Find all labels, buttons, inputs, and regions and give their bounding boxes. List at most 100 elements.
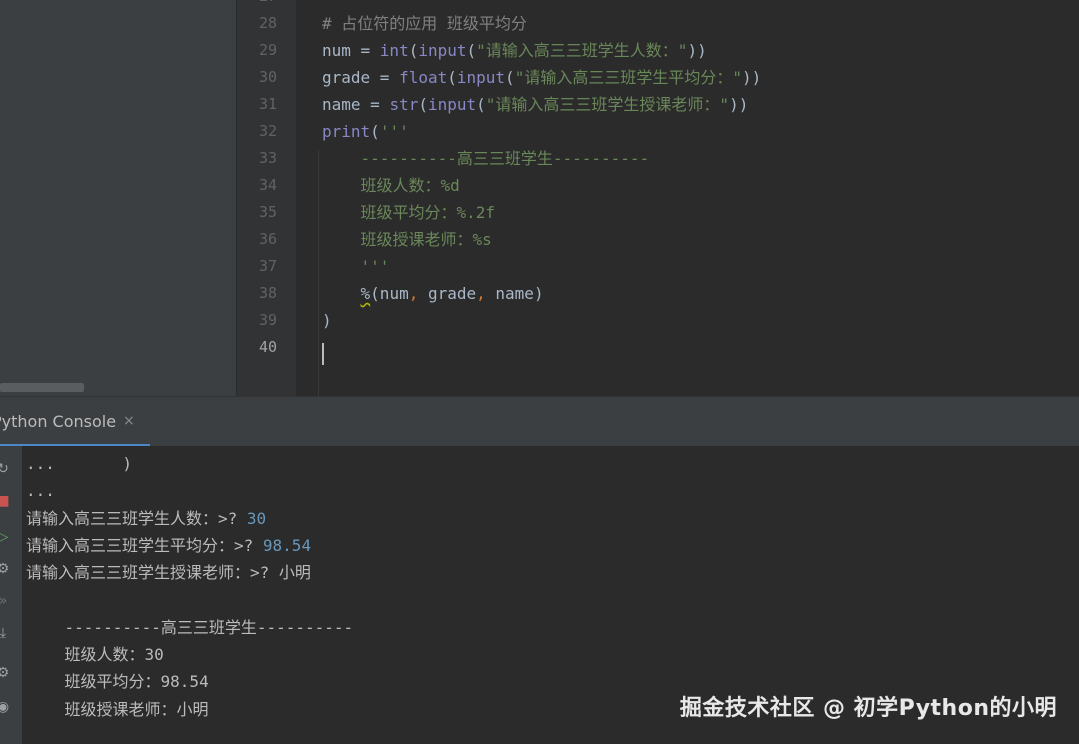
- line-number: 28: [258, 14, 277, 32]
- line-number-gutter: 27 28 29 30 31 32 33 34 35 36 37 38 39 40: [236, 0, 297, 396]
- code-token: 班级人数：%d: [322, 176, 460, 195]
- watermark: 掘金技术社区 @ 初学Python的小明: [679, 696, 1057, 721]
- code-line: 班级平均分：%.2f: [322, 199, 496, 226]
- eye-icon[interactable]: ◉: [0, 698, 12, 716]
- console-line: 班级授课老师：小明: [26, 696, 209, 723]
- code-token: (: [408, 41, 419, 60]
- console-text: ... ): [26, 454, 132, 473]
- project-panel-scrollbar[interactable]: [0, 383, 84, 392]
- code-token: input: [418, 41, 467, 60]
- code-token: name): [495, 284, 544, 303]
- console-line: 请输入高三三班学生平均分：>? 98.54: [26, 532, 311, 559]
- code-token: (: [466, 41, 477, 60]
- settings-icon[interactable]: ⚙: [0, 664, 12, 682]
- line-number: 35: [258, 203, 277, 221]
- line-number: 38: [258, 284, 277, 302]
- code-token: (num: [370, 284, 409, 303]
- code-token: ,: [476, 284, 496, 303]
- tab-python-console[interactable]: Python Console ×: [0, 397, 150, 447]
- debug-icon[interactable]: ⚙: [0, 560, 12, 578]
- code-token: 班级平均分：%.2f: [322, 203, 496, 222]
- code-token: (: [505, 68, 515, 87]
- line-number: 33: [258, 149, 277, 167]
- stop-icon[interactable]: ■: [0, 492, 12, 510]
- download-icon[interactable]: ⤓: [0, 624, 12, 642]
- run-icon[interactable]: ▷: [0, 528, 12, 546]
- code-token: num =: [322, 41, 380, 60]
- code-token: grade =: [322, 68, 400, 87]
- console-tab-label: Python Console: [0, 412, 117, 431]
- line-number: 39: [258, 311, 277, 329]
- code-token: print: [322, 122, 371, 141]
- console-text: 小明: [278, 563, 311, 583]
- line-number: 31: [258, 95, 277, 113]
- console-line: 班级人数：30: [26, 641, 164, 668]
- code-token: )): [741, 68, 762, 87]
- code-token: "请输入高三三班学生平均分：": [514, 68, 742, 87]
- code-token: (: [447, 68, 457, 87]
- console-text: 班级授课老师：小明: [26, 699, 209, 719]
- code-token: ): [322, 311, 332, 330]
- code-line: print(''': [322, 118, 409, 145]
- line-number: 40: [258, 338, 277, 356]
- code-line: 班级授课老师：%s: [322, 226, 492, 253]
- console-line: ... ): [26, 450, 132, 477]
- code-line: num = int(input("请输入高三三班学生人数：")): [322, 37, 707, 64]
- line-number: 36: [258, 230, 277, 248]
- code-token: ''': [322, 257, 390, 276]
- console-text: 班级平均分：98.54: [26, 672, 209, 692]
- code-token: )): [687, 41, 707, 60]
- more-icon[interactable]: »: [0, 592, 12, 610]
- console-line: ----------高三三班学生----------: [26, 614, 354, 641]
- console-header: Python Console ×: [0, 396, 1079, 447]
- code-line: ''': [322, 253, 390, 280]
- code-token: grade: [427, 284, 477, 303]
- user-input-value: 98.54: [262, 535, 312, 555]
- code-line: ): [322, 307, 332, 334]
- console-text: 请输入高三三班学生人数：>?: [26, 508, 247, 528]
- user-input-value: 30: [246, 508, 267, 528]
- line-number: 30: [258, 68, 277, 86]
- code-token: name =: [322, 95, 390, 114]
- console-line: 请输入高三三班学生授课老师：>? 小明: [26, 559, 311, 586]
- code-token: ''': [379, 122, 409, 141]
- code-line: %(num, grade, name): [322, 280, 544, 307]
- close-icon[interactable]: ×: [123, 413, 135, 429]
- text-caret: [322, 343, 324, 365]
- code-token: float: [399, 68, 448, 87]
- code-line: # 占位符的应用 班级平均分: [322, 10, 527, 37]
- console-line: 班级平均分：98.54: [26, 668, 209, 695]
- indent-guide: [318, 150, 319, 400]
- code-token: )): [729, 95, 749, 114]
- console-line: 请输入高三三班学生人数：>? 30: [26, 505, 266, 532]
- line-number: 29: [258, 41, 277, 59]
- console-text: ----------高三三班学生----------: [26, 617, 354, 637]
- line-number: 34: [258, 176, 277, 194]
- console-text: 请输入高三三班学生授课老师：>?: [26, 563, 279, 583]
- code-token: %: [360, 284, 371, 303]
- code-token: 班级授课老师：%s: [322, 230, 492, 249]
- code-line: ----------高三三班学生----------: [322, 145, 650, 172]
- code-token: ----------高三三班学生----------: [322, 149, 650, 168]
- console-text: 班级人数：30: [26, 645, 164, 665]
- code-editor[interactable]: # 占位符的应用 班级平均分 num = int(input("请输入高三三班学生…: [296, 0, 1079, 396]
- console-text: 请输入高三三班学生平均分：>?: [26, 535, 263, 555]
- code-token: input: [456, 68, 506, 87]
- console-toolbar: ↻ ■ ▷ ⚙ » ⤓ ⚙ ◉: [0, 446, 22, 744]
- code-line: grade = float(input("请输入高三三班学生平均分：")): [322, 64, 761, 91]
- code-token: input: [427, 95, 477, 114]
- code-line: name = str(input("请输入高三三班学生授课老师：")): [322, 91, 748, 118]
- code-token: # 占位符的应用 班级平均分: [322, 14, 527, 33]
- line-number: 37: [258, 257, 277, 275]
- rerun-icon[interactable]: ↻: [0, 460, 12, 478]
- code-token: (: [418, 95, 428, 114]
- code-token: ,: [408, 284, 428, 303]
- line-number: 32: [258, 122, 277, 140]
- code-token: str: [389, 95, 419, 114]
- code-token: (: [370, 122, 380, 141]
- project-panel: [0, 0, 236, 396]
- line-number: 27: [237, 0, 277, 10]
- code-token: (: [476, 95, 486, 114]
- code-token: "请输入高三三班学生授课老师：": [485, 95, 730, 114]
